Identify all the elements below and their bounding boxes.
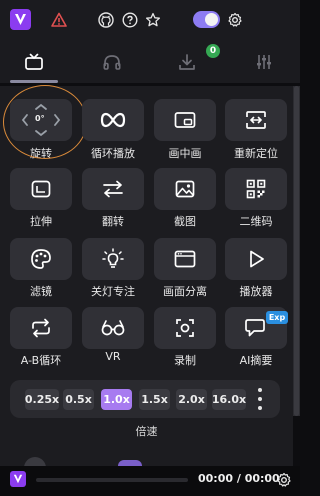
qrcode-label: 二维码 xyxy=(239,215,273,228)
loop-button[interactable] xyxy=(82,99,144,141)
ab-loop-label: A-B循环 xyxy=(20,354,62,367)
theme-toggle[interactable] xyxy=(193,11,220,28)
screenshot-button[interactable] xyxy=(154,168,216,210)
image-icon xyxy=(175,180,195,198)
warning-icon[interactable] xyxy=(50,11,68,29)
ab-loop-button[interactable] xyxy=(10,307,72,349)
speed-title: 倍速 xyxy=(135,425,158,438)
more-options-icon[interactable] xyxy=(255,388,265,410)
pip-button[interactable] xyxy=(154,99,216,141)
vr-label: VR xyxy=(105,350,121,363)
speed-option-0.25x[interactable]: 0.25x xyxy=(25,389,59,410)
stretch-label: 拉伸 xyxy=(30,215,52,228)
chat-bubble-icon xyxy=(245,318,267,338)
repeat-icon xyxy=(30,318,52,338)
tab-download[interactable] xyxy=(167,48,207,76)
loop-label: 循环播放 xyxy=(91,147,135,160)
record-button[interactable] xyxy=(154,307,216,349)
record-label: 录制 xyxy=(174,354,196,367)
ai-summary-label: AI摘要 xyxy=(239,354,273,367)
split-button[interactable] xyxy=(154,238,216,280)
logo-icon[interactable] xyxy=(10,9,31,30)
headphones-icon xyxy=(102,53,122,71)
tab-video[interactable] xyxy=(14,48,54,76)
player-button[interactable] xyxy=(225,238,287,280)
split-label: 画面分离 xyxy=(163,285,207,298)
stretch-button[interactable] xyxy=(10,168,72,210)
picture-in-picture-icon xyxy=(174,111,196,129)
top-bar xyxy=(0,0,300,40)
reposition-icon xyxy=(245,110,267,130)
star-icon[interactable] xyxy=(144,11,162,29)
playback-time: 00:00 / 00:00 xyxy=(198,472,280,485)
vr-button[interactable] xyxy=(82,307,144,349)
speed-option-1.0x[interactable]: 1.0x xyxy=(101,389,132,410)
scrollbar-thumb[interactable] xyxy=(294,86,299,416)
stretch-icon xyxy=(31,180,51,198)
play-icon xyxy=(246,249,266,269)
lightbulb-icon xyxy=(102,248,124,270)
tab-equalizer[interactable] xyxy=(244,48,284,76)
glasses-icon xyxy=(100,319,126,337)
download-count-badge: 0 xyxy=(206,44,220,58)
player-logo-icon[interactable] xyxy=(10,471,26,487)
flip-label: 翻转 xyxy=(102,215,124,228)
help-icon[interactable] xyxy=(121,11,139,29)
reposition-label: 重新定位 xyxy=(234,147,278,160)
scrollbar[interactable] xyxy=(293,86,300,416)
experimental-badge: Exp xyxy=(266,311,288,324)
tv-icon xyxy=(24,53,44,71)
reposition-button[interactable] xyxy=(225,99,287,141)
active-tab-indicator xyxy=(10,80,58,83)
equalizer-icon xyxy=(254,53,274,71)
settings-icon[interactable] xyxy=(226,11,244,29)
filter-label: 滤镜 xyxy=(30,285,52,298)
tab-audio[interactable] xyxy=(92,48,132,76)
focus-mode-button[interactable] xyxy=(82,238,144,280)
progress-bar[interactable] xyxy=(36,478,188,482)
github-icon[interactable] xyxy=(97,11,115,29)
record-icon xyxy=(175,318,195,338)
window-icon xyxy=(174,250,196,268)
filter-button[interactable] xyxy=(10,238,72,280)
qrcode-button[interactable] xyxy=(225,168,287,210)
speed-option-16.0x[interactable]: 16.0x xyxy=(212,389,246,410)
qrcode-icon xyxy=(246,179,266,199)
flip-button[interactable] xyxy=(82,168,144,210)
download-icon xyxy=(177,53,197,71)
player-label: 播放器 xyxy=(239,285,273,298)
infinity-icon xyxy=(100,112,126,128)
highlight-ring xyxy=(3,85,87,159)
tab-bar xyxy=(0,40,300,83)
speed-option-2.0x[interactable]: 2.0x xyxy=(176,389,207,410)
palette-icon xyxy=(30,248,52,270)
speed-option-1.5x[interactable]: 1.5x xyxy=(139,389,170,410)
focus-mode-label: 关灯专注 xyxy=(91,285,135,298)
screenshot-label: 截图 xyxy=(174,215,196,228)
player-settings-icon[interactable] xyxy=(276,472,292,488)
speed-option-0.5x[interactable]: 0.5x xyxy=(63,389,94,410)
pip-label: 画中画 xyxy=(168,147,202,160)
flip-arrows-icon xyxy=(102,180,124,198)
